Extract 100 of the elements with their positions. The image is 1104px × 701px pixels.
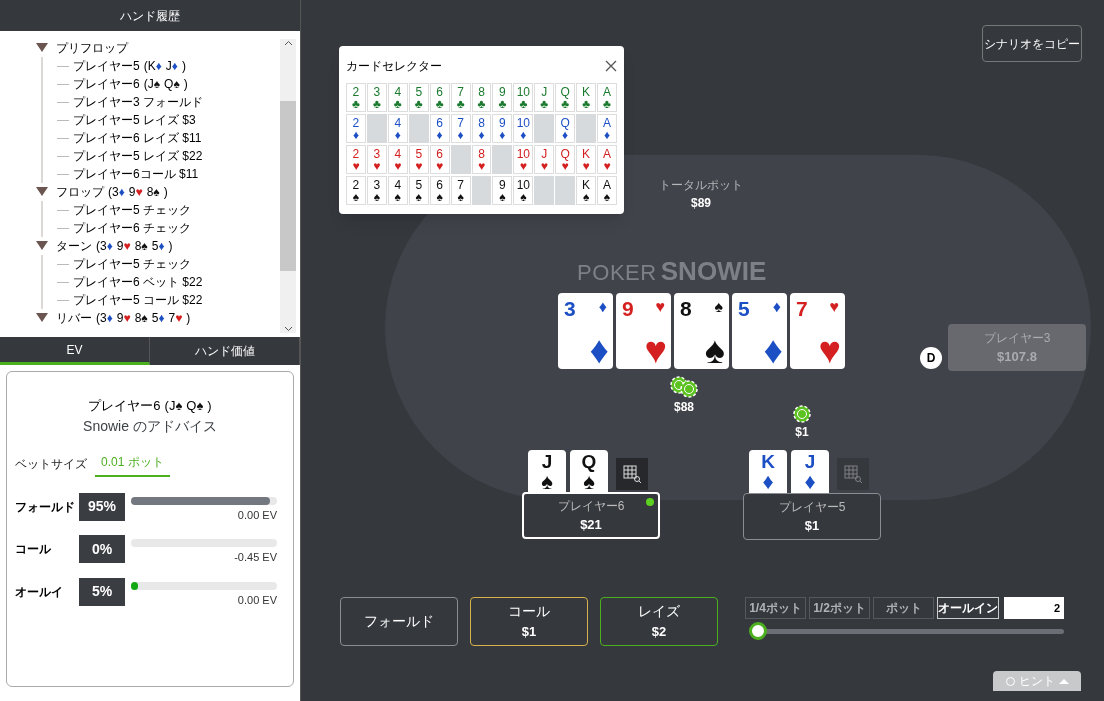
tree-item[interactable]: プレイヤー6 ベット $22 (73, 273, 203, 291)
card-option[interactable]: 5 ♣ (408, 83, 429, 112)
card-option[interactable]: 3 ♠ (366, 176, 387, 205)
player-seat[interactable]: プレイヤー5 $1 (743, 493, 881, 540)
scroll-down-icon[interactable] (283, 324, 293, 333)
chip-icon (680, 380, 698, 398)
card-option[interactable]: K ♠ (576, 176, 597, 205)
tree-item[interactable]: プリフロップ (56, 39, 128, 57)
card-option[interactable]: 7 ♣ (450, 83, 471, 112)
tree-item[interactable]: プレイヤー5 (K♦ J♦ ) (73, 57, 186, 75)
panel-header: ハンド履歴 (0, 0, 300, 31)
card-option[interactable]: 3 ♣ (366, 83, 387, 112)
card-option[interactable]: Q ♦ (555, 114, 576, 143)
bet-preset-button[interactable]: 1/4ポット (745, 597, 806, 619)
tree-item[interactable]: プレイヤー5 チェック (73, 255, 191, 273)
action-button[interactable]: フォールド (340, 597, 458, 646)
copy-scenario-button[interactable]: シナリオをコピー (982, 25, 1082, 62)
advice-subtitle: Snowie のアドバイス (82, 416, 218, 436)
bet-preset-button[interactable]: 1/2ポット (809, 597, 870, 619)
card-option[interactable]: 10 ♠ (513, 176, 534, 205)
scrollbar[interactable] (280, 39, 296, 333)
card-option[interactable]: 7 ♦ (450, 114, 471, 143)
card-option[interactable]: Q ♥ (555, 145, 576, 174)
total-pot-amount: $89 (691, 195, 711, 212)
tree-item[interactable]: リバー (3♦ 9♥ 8♠ 5♦ 7♥ ) (56, 309, 191, 327)
expand-triangle-icon[interactable] (36, 241, 48, 251)
card-option[interactable]: 8 ♥ (471, 145, 492, 174)
card-option[interactable]: J ♥ (534, 145, 555, 174)
card-option[interactable]: 3 ♥ (366, 145, 387, 174)
percent-badge: 5% (79, 577, 125, 606)
percent-badge: 0% (79, 535, 125, 563)
playing-card: 3 ♦ ♦ (558, 293, 613, 369)
expand-triangle-icon[interactable] (36, 313, 48, 323)
bet-preset-button[interactable]: ポット (873, 597, 934, 619)
card-option[interactable]: 4 ♠ (387, 176, 408, 205)
card-option[interactable]: A ♠ (597, 176, 617, 205)
card-option[interactable]: A ♥ (597, 145, 617, 174)
card-option[interactable]: A ♦ (597, 114, 617, 143)
bet-amount: $1 (795, 424, 809, 441)
card-option[interactable]: 6 ♠ (429, 176, 450, 205)
player-seat[interactable]: プレイヤー6 $21 (522, 492, 660, 539)
card-option[interactable]: A ♣ (597, 83, 617, 112)
bet-amount-field[interactable]: 2 (1004, 597, 1064, 619)
action-label: フォールド (15, 498, 76, 516)
tree-item[interactable]: プレイヤー3 フォールド (73, 93, 203, 111)
card-option[interactable]: 8 ♦ (471, 114, 492, 143)
action-button[interactable]: レイズ $2 (600, 597, 718, 646)
card-option[interactable]: 2 ♠ (346, 176, 366, 205)
player-stack: $21 (580, 515, 602, 534)
playing-card: 5 ♦ ♦ (732, 293, 787, 369)
card-option[interactable]: 2 ♥ (346, 145, 366, 174)
tree-item[interactable]: プレイヤー6 レイズ $11 (73, 129, 202, 147)
card-option[interactable]: 4 ♥ (387, 145, 408, 174)
action-button[interactable]: コール $1 (470, 597, 588, 646)
card-option[interactable]: K ♥ (576, 145, 597, 174)
card-option[interactable]: 9 ♠ (492, 176, 513, 205)
card-option[interactable]: 8 ♣ (471, 83, 492, 112)
card-option[interactable]: 4 ♦ (387, 114, 408, 143)
tree-item[interactable]: プレイヤー5 レイズ $22 (73, 147, 203, 165)
card-option[interactable]: 10 ♣ (513, 83, 534, 112)
chip-icon (793, 405, 811, 423)
card-option[interactable]: 2 ♣ (346, 83, 366, 112)
tree-item[interactable]: プレイヤー5 レイズ $3 (73, 111, 196, 129)
tree-item[interactable]: プレイヤー5 コール $22 (73, 291, 203, 309)
total-pot-label: トータルポット (659, 177, 743, 194)
tree-item[interactable]: プレイヤー5 チェック (73, 201, 191, 219)
card-option[interactable]: 7 ♠ (450, 176, 471, 205)
bet-preset-button[interactable]: オールイン (937, 597, 999, 619)
card-option[interactable]: 2 ♦ (346, 114, 366, 143)
tree-item[interactable]: プレイヤー6 (J♠ Q♠ ) (73, 75, 188, 93)
card-option[interactable]: J ♣ (534, 83, 555, 112)
card-option[interactable]: 5 ♥ (408, 145, 429, 174)
card-option[interactable]: 10 ♥ (513, 145, 534, 174)
close-icon[interactable] (605, 60, 617, 72)
logo: POKER SNOWIE (577, 258, 767, 284)
player-name: プレイヤー6 (557, 497, 625, 515)
card-option[interactable]: K ♣ (576, 83, 597, 112)
card-option[interactable]: Q ♣ (555, 83, 576, 112)
range-grid-icon[interactable] (616, 458, 648, 490)
tree-item[interactable]: ターン (3♦ 9♥ 8♠ 5♦ ) (56, 237, 173, 255)
card-option[interactable]: 9 ♣ (492, 83, 513, 112)
slider-thumb[interactable] (749, 622, 767, 640)
scroll-up-icon[interactable] (283, 39, 293, 48)
card-option[interactable]: 5 ♠ (408, 176, 429, 205)
card-option[interactable]: 9 ♦ (492, 114, 513, 143)
tree-item[interactable]: フロップ (3♦ 9♥ 8♠ ) (56, 183, 168, 201)
expand-triangle-icon[interactable] (36, 43, 48, 53)
card-option[interactable]: 6 ♦ (429, 114, 450, 143)
card-option[interactable]: 10 ♦ (513, 114, 534, 143)
expand-triangle-icon[interactable] (36, 187, 48, 197)
card-option[interactable]: 4 ♣ (387, 83, 408, 112)
caret-up-icon (1058, 678, 1069, 684)
tree-item[interactable]: プレイヤー6コール $11 (73, 165, 199, 183)
ev-value: -0.45 EV (233, 550, 277, 565)
card-option[interactable]: 6 ♣ (429, 83, 450, 112)
bet-slider[interactable] (749, 621, 1064, 641)
player-stack: $107.8 (997, 347, 1037, 366)
tree-item[interactable]: プレイヤー6 チェック (73, 219, 191, 237)
card-option[interactable]: 6 ♥ (429, 145, 450, 174)
pot-amount: $88 (674, 399, 694, 416)
